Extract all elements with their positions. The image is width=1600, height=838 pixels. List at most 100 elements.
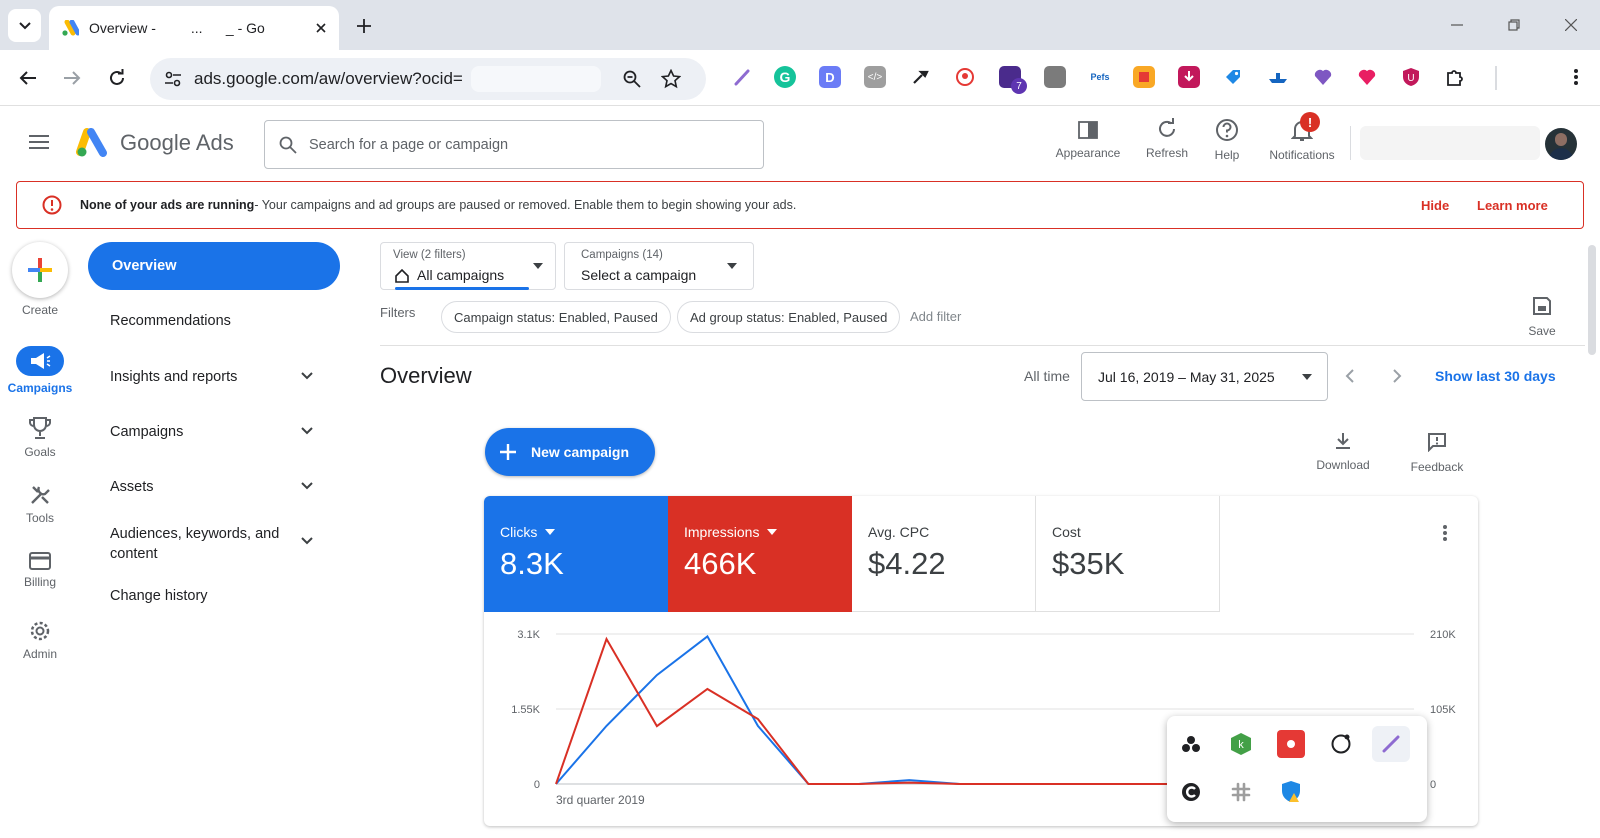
alert-hide-button[interactable]: Hide: [1421, 198, 1449, 213]
close-icon: [1565, 19, 1577, 31]
rail-campaigns[interactable]: Campaigns: [0, 346, 80, 396]
search-icon: [279, 136, 297, 154]
save-view-button[interactable]: Save: [1512, 296, 1572, 338]
show-last-30-days-link[interactable]: Show last 30 days: [1435, 368, 1556, 384]
puzzle-extensions-icon[interactable]: [1444, 66, 1466, 88]
tab-close-icon[interactable]: [311, 18, 331, 38]
nav-assets[interactable]: Assets: [110, 479, 330, 495]
create-button[interactable]: Create: [0, 242, 80, 318]
location-pin-extension-icon[interactable]: [954, 66, 976, 88]
eyedropper-extension-icon[interactable]: [909, 66, 931, 88]
metrics-more-button[interactable]: [1442, 524, 1448, 542]
alert-learn-more-link[interactable]: Learn more: [1477, 198, 1548, 213]
notifications-label: Notifications: [1269, 148, 1335, 162]
nav-recommendations[interactable]: Recommendations: [110, 313, 231, 329]
nav-change-history[interactable]: Change history: [110, 588, 208, 604]
rail-tools[interactable]: Tools: [0, 484, 80, 534]
quill-extension-icon[interactable]: [731, 66, 753, 88]
restore-icon: [1508, 19, 1520, 31]
slack-extension-icon[interactable]: [1227, 778, 1255, 806]
date-range-picker[interactable]: Jul 16, 2019 – May 31, 2025: [1081, 352, 1328, 401]
logo-text: Google Ads: [120, 130, 234, 155]
bookmark-star-icon[interactable]: [660, 69, 681, 89]
download-extension-icon[interactable]: [1178, 66, 1200, 88]
shield-warning-extension-icon[interactable]: [1277, 778, 1305, 806]
date-prev-button[interactable]: [1345, 368, 1355, 384]
right-tick-label: 0: [1430, 779, 1436, 791]
plus-icon: [357, 19, 371, 33]
tag-extension-icon[interactable]: [1222, 66, 1244, 88]
metric-avg-cpc[interactable]: Avg. CPC $4.22: [852, 496, 1036, 612]
dropdown-arrow-icon: [1302, 373, 1312, 380]
avatar[interactable]: [1545, 128, 1577, 160]
view-selector-caption: View (2 filters): [393, 249, 466, 261]
heart-purple-extension-icon[interactable]: [1312, 66, 1334, 88]
grammarly-extension-icon[interactable]: G: [774, 66, 796, 88]
page-scrollbar-thumb[interactable]: [1588, 245, 1596, 355]
rail-billing[interactable]: Billing: [0, 552, 80, 602]
main-menu-icon[interactable]: [28, 134, 50, 150]
nav-audiences-keywords-content[interactable]: Audiences, keywords, and content: [110, 524, 330, 564]
heart-red-extension-icon[interactable]: [1356, 66, 1378, 88]
credit-card-icon: [29, 552, 51, 570]
shield-extension-icon[interactable]: U: [1400, 66, 1422, 88]
metric-cost-title: Cost: [1052, 524, 1081, 540]
arrow-back-icon: [19, 71, 36, 85]
search-input[interactable]: Search for a page or campaign: [264, 120, 764, 169]
campaign-selector[interactable]: Campaigns (14) Select a campaign: [564, 242, 754, 290]
rail-admin[interactable]: Admin: [0, 620, 80, 670]
new-campaign-button[interactable]: New campaign: [485, 428, 655, 476]
nav-campaigns[interactable]: Campaigns: [110, 424, 330, 440]
ship-extension-icon[interactable]: [1267, 66, 1289, 88]
minimize-button[interactable]: [1442, 12, 1472, 38]
add-filter-button[interactable]: Add filter: [910, 309, 961, 324]
metric-cost[interactable]: Cost $35K: [1036, 496, 1220, 612]
nav-change-history-label: Change history: [110, 588, 208, 604]
close-window-button[interactable]: [1556, 12, 1586, 38]
grid-extension-icon[interactable]: [1133, 66, 1155, 88]
circle-extension-icon[interactable]: [1327, 730, 1355, 758]
help-button[interactable]: Help: [1192, 118, 1262, 168]
metric-avg-cpc-title: Avg. CPC: [868, 524, 930, 540]
k-extension-icon[interactable]: k: [1227, 730, 1255, 758]
record-extension-icon[interactable]: [1277, 730, 1305, 758]
hat-extension-icon[interactable]: 7: [999, 66, 1027, 94]
code-extension-icon[interactable]: </>: [864, 66, 886, 88]
metric-impressions[interactable]: Impressions 466K: [668, 496, 852, 612]
filter-chip-campaign-status[interactable]: Campaign status: Enabled, Paused: [441, 301, 671, 333]
address-bar[interactable]: ads.google.com/aw/overview?ocid=: [150, 58, 706, 100]
dots-extension-icon[interactable]: [1177, 730, 1205, 758]
view-selector[interactable]: View (2 filters) All campaigns: [380, 242, 556, 290]
metric-clicks[interactable]: Clicks 8.3K: [484, 496, 668, 612]
more-vert-icon[interactable]: [1565, 66, 1587, 88]
filters-label: Filters: [380, 305, 416, 320]
feedback-button[interactable]: Feedback: [1402, 432, 1472, 474]
appearance-button[interactable]: Appearance: [1048, 118, 1128, 168]
download-button[interactable]: Download: [1308, 432, 1378, 472]
date-next-button[interactable]: [1392, 368, 1402, 384]
text-extension-icon[interactable]: Pefs: [1089, 66, 1111, 88]
copilot-extension-icon[interactable]: [1177, 778, 1205, 806]
help-label: Help: [1214, 148, 1240, 162]
browser-tab[interactable]: Overview - ... _ - Go: [49, 6, 339, 50]
d-extension-icon[interactable]: D: [819, 66, 841, 88]
reload-button[interactable]: [103, 64, 131, 92]
extension-badge: 7: [1011, 78, 1027, 94]
right-tick-label: 105K: [1430, 704, 1456, 716]
tab-search-button[interactable]: [8, 9, 41, 42]
nav-insights-and-reports[interactable]: Insights and reports: [110, 369, 330, 385]
filter-chip-ad-group-status[interactable]: Ad group status: Enabled, Paused: [677, 301, 901, 333]
rail-billing-label: Billing: [23, 575, 56, 589]
nav-overview[interactable]: Overview: [88, 242, 340, 290]
quill-extension-icon[interactable]: [1372, 726, 1410, 762]
nav-overview-label: Overview: [112, 258, 177, 274]
new-tab-button[interactable]: [350, 12, 378, 40]
zoom-icon[interactable]: [623, 70, 641, 88]
restore-button[interactable]: [1499, 12, 1529, 38]
box-extension-icon[interactable]: [1044, 66, 1066, 88]
google-ads-logo[interactable]: Google Ads: [76, 128, 234, 158]
forward-button[interactable]: [58, 64, 86, 92]
back-button[interactable]: [14, 64, 42, 92]
rail-goals[interactable]: Goals: [0, 416, 80, 466]
nav-audiences-label-line2: content: [110, 546, 158, 562]
